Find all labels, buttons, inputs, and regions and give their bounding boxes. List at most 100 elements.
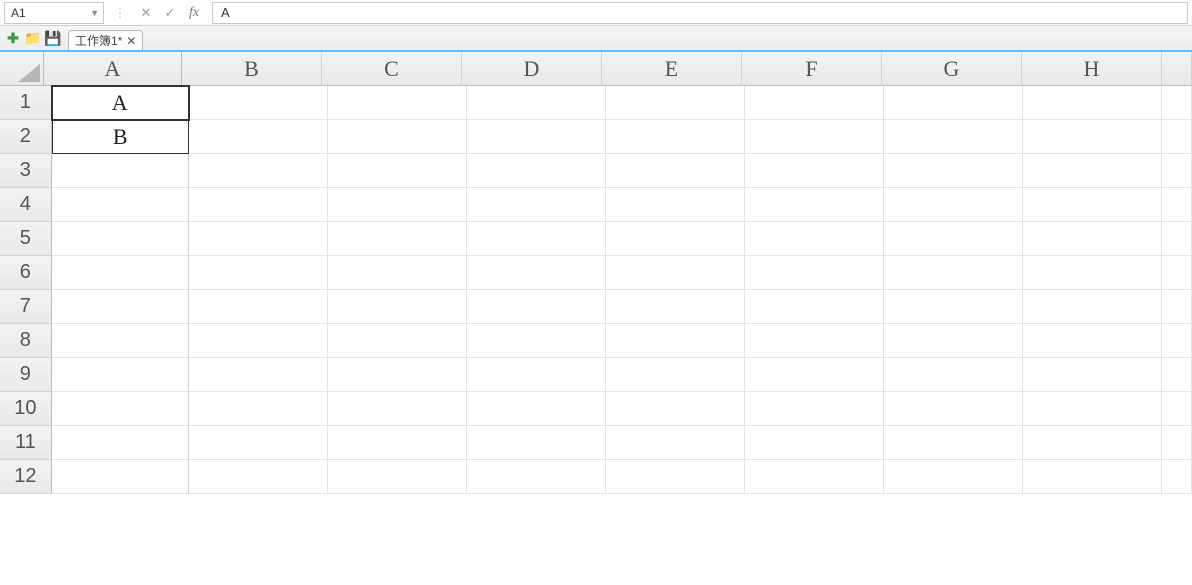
cell-G2[interactable] bbox=[884, 120, 1023, 154]
cell-F2[interactable] bbox=[745, 120, 884, 154]
cell-H7[interactable] bbox=[1023, 290, 1162, 324]
cell-E5[interactable] bbox=[606, 222, 745, 256]
cell-F1[interactable] bbox=[745, 86, 884, 120]
row-header-1[interactable]: 1 bbox=[0, 86, 52, 120]
cell-F6[interactable] bbox=[745, 256, 884, 290]
cancel-formula-button[interactable]: ✕ bbox=[136, 3, 156, 23]
cell-H9[interactable] bbox=[1023, 358, 1162, 392]
cell-H8[interactable] bbox=[1023, 324, 1162, 358]
row-header-9[interactable]: 9 bbox=[0, 358, 52, 392]
open-folder-button[interactable]: 📁 bbox=[24, 29, 42, 47]
cell-A12[interactable] bbox=[52, 460, 189, 494]
column-header-F[interactable]: F bbox=[742, 52, 882, 86]
cell-E11[interactable] bbox=[606, 426, 745, 460]
cell-C5[interactable] bbox=[328, 222, 467, 256]
cell-G11[interactable] bbox=[884, 426, 1023, 460]
cell-C12[interactable] bbox=[328, 460, 467, 494]
cell-A8[interactable] bbox=[52, 324, 189, 358]
cell-E12[interactable] bbox=[606, 460, 745, 494]
cell-G10[interactable] bbox=[884, 392, 1023, 426]
row-header-4[interactable]: 4 bbox=[0, 188, 52, 222]
cell-F5[interactable] bbox=[745, 222, 884, 256]
row-header-2[interactable]: 2 bbox=[0, 120, 52, 154]
cell-C4[interactable] bbox=[328, 188, 467, 222]
cell-A10[interactable] bbox=[52, 392, 189, 426]
cell-extra-1[interactable] bbox=[1162, 86, 1192, 120]
cell-extra-7[interactable] bbox=[1162, 290, 1192, 324]
cell-B4[interactable] bbox=[189, 188, 328, 222]
cell-G9[interactable] bbox=[884, 358, 1023, 392]
cell-B2[interactable] bbox=[189, 120, 328, 154]
cell-E10[interactable] bbox=[606, 392, 745, 426]
cell-E8[interactable] bbox=[606, 324, 745, 358]
cell-C8[interactable] bbox=[328, 324, 467, 358]
cell-B7[interactable] bbox=[189, 290, 328, 324]
cell-D3[interactable] bbox=[467, 154, 606, 188]
cell-D11[interactable] bbox=[467, 426, 606, 460]
cell-H4[interactable] bbox=[1023, 188, 1162, 222]
cell-A1[interactable]: A bbox=[52, 86, 189, 120]
column-header-extra[interactable] bbox=[1162, 52, 1192, 86]
column-header-E[interactable]: E bbox=[602, 52, 742, 86]
cell-D2[interactable] bbox=[467, 120, 606, 154]
cell-H6[interactable] bbox=[1023, 256, 1162, 290]
row-header-7[interactable]: 7 bbox=[0, 290, 52, 324]
cell-A7[interactable] bbox=[52, 290, 189, 324]
cell-H1[interactable] bbox=[1023, 86, 1162, 120]
cell-extra-8[interactable] bbox=[1162, 324, 1192, 358]
cell-F11[interactable] bbox=[745, 426, 884, 460]
row-header-12[interactable]: 12 bbox=[0, 460, 52, 494]
row-header-3[interactable]: 3 bbox=[0, 154, 52, 188]
cell-H11[interactable] bbox=[1023, 426, 1162, 460]
cell-G4[interactable] bbox=[884, 188, 1023, 222]
row-header-11[interactable]: 11 bbox=[0, 426, 52, 460]
cell-F3[interactable] bbox=[745, 154, 884, 188]
cell-C3[interactable] bbox=[328, 154, 467, 188]
cell-A2[interactable]: B bbox=[52, 120, 189, 154]
column-header-C[interactable]: C bbox=[322, 52, 462, 86]
cell-G12[interactable] bbox=[884, 460, 1023, 494]
cell-G5[interactable] bbox=[884, 222, 1023, 256]
cell-G3[interactable] bbox=[884, 154, 1023, 188]
cell-A9[interactable] bbox=[52, 358, 189, 392]
name-box-dropdown-icon[interactable]: ▼ bbox=[90, 8, 99, 18]
cell-B12[interactable] bbox=[189, 460, 328, 494]
add-workbook-button[interactable]: ✚ bbox=[4, 29, 22, 47]
cell-B8[interactable] bbox=[189, 324, 328, 358]
cell-G6[interactable] bbox=[884, 256, 1023, 290]
cell-extra-3[interactable] bbox=[1162, 154, 1192, 188]
cell-A5[interactable] bbox=[52, 222, 189, 256]
column-header-D[interactable]: D bbox=[462, 52, 602, 86]
cell-E7[interactable] bbox=[606, 290, 745, 324]
cell-E1[interactable] bbox=[606, 86, 745, 120]
cell-E6[interactable] bbox=[606, 256, 745, 290]
cell-H5[interactable] bbox=[1023, 222, 1162, 256]
cell-extra-11[interactable] bbox=[1162, 426, 1192, 460]
cell-B1[interactable] bbox=[189, 86, 328, 120]
cell-D7[interactable] bbox=[467, 290, 606, 324]
cell-H12[interactable] bbox=[1023, 460, 1162, 494]
cell-C6[interactable] bbox=[328, 256, 467, 290]
cell-extra-9[interactable] bbox=[1162, 358, 1192, 392]
cell-G7[interactable] bbox=[884, 290, 1023, 324]
cell-A3[interactable] bbox=[52, 154, 189, 188]
cell-G8[interactable] bbox=[884, 324, 1023, 358]
cell-F8[interactable] bbox=[745, 324, 884, 358]
cell-A6[interactable] bbox=[52, 256, 189, 290]
select-all-corner[interactable] bbox=[0, 52, 44, 86]
cell-C1[interactable] bbox=[328, 86, 467, 120]
formula-input[interactable]: A bbox=[212, 2, 1188, 24]
cell-H3[interactable] bbox=[1023, 154, 1162, 188]
row-header-10[interactable]: 10 bbox=[0, 392, 52, 426]
cell-F9[interactable] bbox=[745, 358, 884, 392]
cell-extra-5[interactable] bbox=[1162, 222, 1192, 256]
cell-extra-4[interactable] bbox=[1162, 188, 1192, 222]
cell-extra-2[interactable] bbox=[1162, 120, 1192, 154]
cell-D12[interactable] bbox=[467, 460, 606, 494]
column-header-A[interactable]: A bbox=[44, 52, 182, 86]
cell-H2[interactable] bbox=[1023, 120, 1162, 154]
cell-B6[interactable] bbox=[189, 256, 328, 290]
cell-G1[interactable] bbox=[884, 86, 1023, 120]
cell-A4[interactable] bbox=[52, 188, 189, 222]
cell-F7[interactable] bbox=[745, 290, 884, 324]
